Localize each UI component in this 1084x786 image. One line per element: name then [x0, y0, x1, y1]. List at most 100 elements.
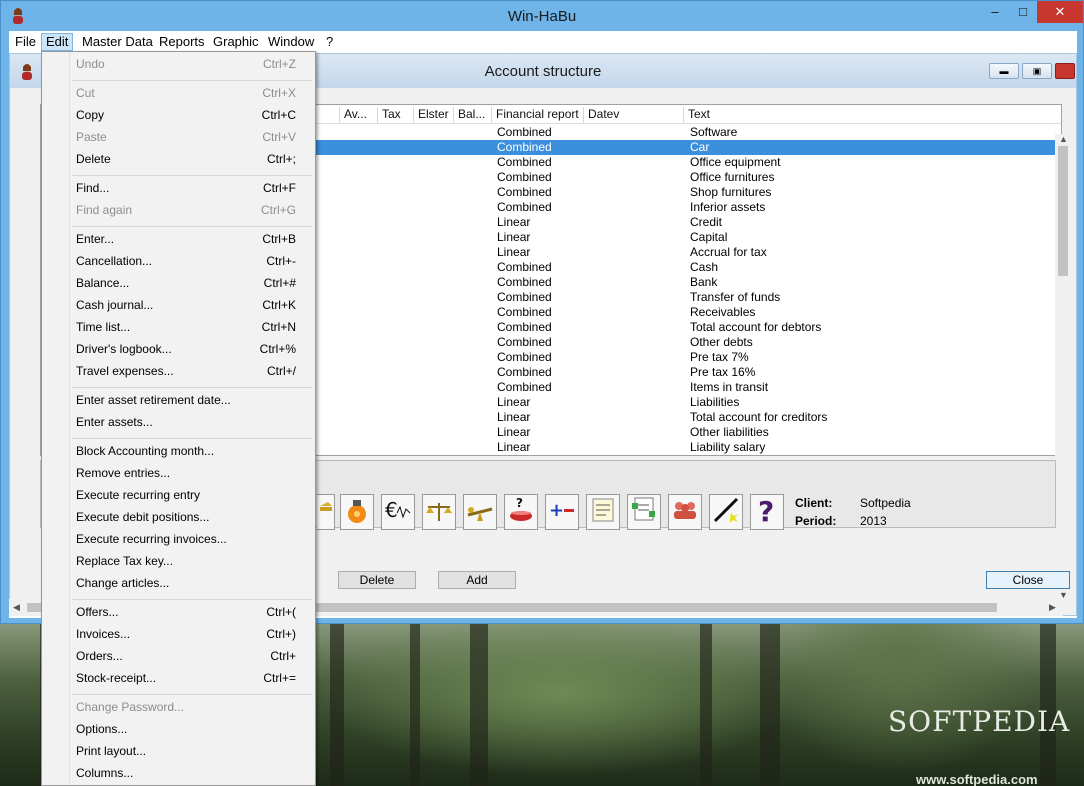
menu-item-label: Travel expenses...: [76, 364, 174, 378]
col-header-tax[interactable]: Tax: [377, 107, 413, 123]
menu-item-driver-s-logbook[interactable]: Driver's logbook... Ctrl+%: [76, 339, 316, 359]
child-close-icon[interactable]: [1055, 63, 1075, 79]
financial-report-cell: Linear: [497, 230, 531, 244]
financial-report-cell: Combined: [497, 350, 552, 364]
child-minimize-icon[interactable]: ▬: [989, 63, 1019, 79]
menu-file[interactable]: File: [11, 33, 40, 51]
menu-item-shortcut: Ctrl+G: [260, 203, 296, 217]
child-restore-icon[interactable]: ▣: [1022, 63, 1052, 79]
menu-master-data[interactable]: Master Data: [78, 33, 157, 51]
watermark-url: www.softpedia.com: [916, 772, 1038, 786]
delete-button[interactable]: Delete: [338, 571, 416, 589]
account-text-cell: Pre tax 16%: [690, 365, 756, 379]
cash-register-icon[interactable]: [317, 494, 335, 530]
close-icon[interactable]: ✕: [1037, 1, 1083, 23]
menu-item-label: Copy: [76, 108, 105, 122]
menu-separator: [72, 226, 312, 227]
account-text-cell: Office furnitures: [690, 170, 775, 184]
menu-item-stock-receipt[interactable]: Stock-receipt... Ctrl+=: [76, 668, 316, 688]
menu-help[interactable]: ?: [322, 33, 337, 51]
menu-item-print-layout[interactable]: Print layout...: [76, 741, 316, 761]
col-header-datev[interactable]: Datev: [583, 107, 683, 123]
menu-item-shortcut: Ctrl+X: [262, 86, 296, 100]
menu-item-find-again: Find again Ctrl+G: [76, 200, 316, 220]
menu-item-label: Invoices...: [76, 627, 131, 641]
menu-item-columns[interactable]: Columns...: [76, 763, 316, 783]
menu-item-cancellation[interactable]: Cancellation... Ctrl+-: [76, 251, 316, 271]
menu-item-execute-recurring-entry[interactable]: Execute recurring entry: [76, 485, 316, 505]
menu-reports[interactable]: Reports: [155, 33, 209, 51]
account-text-cell: Bank: [690, 275, 718, 289]
menu-item-replace-tax-key[interactable]: Replace Tax key...: [76, 551, 316, 571]
menu-item-cash-journal[interactable]: Cash journal... Ctrl+K: [76, 295, 316, 315]
financial-report-cell: Combined: [497, 380, 552, 394]
menu-graphic[interactable]: Graphic: [209, 33, 263, 51]
plus-minus-icon[interactable]: +: [545, 494, 579, 530]
col-header-text[interactable]: Text: [683, 107, 1053, 123]
financial-report-cell: Combined: [497, 305, 552, 319]
menu-item-label: Find again: [76, 203, 133, 217]
account-text-cell: Liabilities: [690, 395, 740, 409]
account-text-cell: Accrual for tax: [690, 245, 767, 259]
svg-text:€: €: [385, 498, 398, 522]
menu-item-execute-debit-positions[interactable]: Execute debit positions...: [76, 507, 316, 527]
client-value: Softpedia: [860, 496, 911, 510]
add-button[interactable]: Add: [438, 571, 516, 589]
menu-window[interactable]: Window: [264, 33, 318, 51]
euro-signal-icon[interactable]: €: [381, 494, 415, 530]
menu-item-enter-assets[interactable]: Enter assets...: [76, 412, 316, 432]
svg-text:?: ?: [516, 496, 523, 510]
client-label: Client:: [795, 496, 833, 510]
account-text-cell: Total account for debtors: [690, 320, 822, 334]
magic-wand-icon[interactable]: [709, 494, 743, 530]
menu-item-shortcut: Ctrl+F: [263, 181, 296, 195]
menu-item-block-accounting-month[interactable]: Block Accounting month...: [76, 441, 316, 461]
seesaw-icon[interactable]: [463, 494, 497, 530]
minimize-icon[interactable]: –: [981, 1, 1009, 23]
people-icon[interactable]: [668, 494, 702, 530]
menu-item-invoices[interactable]: Invoices... Ctrl+): [76, 624, 316, 644]
menu-item-travel-expenses[interactable]: Travel expenses... Ctrl+/: [76, 361, 316, 381]
close-button[interactable]: Close: [986, 571, 1070, 589]
maximize-icon[interactable]: □: [1009, 1, 1037, 23]
menu-item-balance[interactable]: Balance... Ctrl+#: [76, 273, 316, 293]
col-header-balance[interactable]: Bal...: [453, 107, 491, 123]
vertical-scrollbar[interactable]: ▲ ▼: [1055, 134, 1072, 604]
menu-separator: [72, 175, 312, 176]
menu-item-shortcut: Ctrl+=: [263, 671, 296, 685]
menu-item-execute-recurring-invoices[interactable]: Execute recurring invoices...: [76, 529, 316, 549]
scales-icon[interactable]: [422, 494, 456, 530]
col-header-financial-report[interactable]: Financial report: [491, 107, 583, 123]
coin-bag-icon[interactable]: [340, 494, 374, 530]
menu-item-label: Print layout...: [76, 744, 147, 758]
menu-item-copy[interactable]: Copy Ctrl+C: [76, 105, 316, 125]
help-icon[interactable]: ?: [750, 494, 784, 530]
menu-item-label: Change Password...: [76, 700, 185, 714]
menu-item-orders[interactable]: Orders... Ctrl+: [76, 646, 316, 666]
account-text-cell: Inferior assets: [690, 200, 766, 214]
document-stack-icon[interactable]: [627, 494, 661, 530]
menu-item-label: Undo: [76, 57, 105, 71]
menu-item-change-articles[interactable]: Change articles...: [76, 573, 316, 593]
menu-item-delete[interactable]: Delete Ctrl+;: [76, 149, 316, 169]
scroll-left-icon[interactable]: ◀: [13, 602, 20, 613]
question-pot-icon[interactable]: ?: [504, 494, 538, 530]
menu-item-offers[interactable]: Offers... Ctrl+(: [76, 602, 316, 622]
account-text-cell: Liability salary: [690, 440, 766, 454]
menu-item-enter[interactable]: Enter... Ctrl+B: [76, 229, 316, 249]
scroll-right-icon[interactable]: ▶: [1049, 602, 1056, 613]
menu-item-remove-entries[interactable]: Remove entries...: [76, 463, 316, 483]
vertical-scroll-thumb[interactable]: [1058, 146, 1068, 276]
menu-edit[interactable]: Edit: [41, 33, 74, 51]
title-bar[interactable]: Win-HaBu – □ ✕: [1, 1, 1083, 31]
scroll-up-icon[interactable]: ▲: [1059, 134, 1068, 144]
menu-item-options[interactable]: Options...: [76, 719, 316, 739]
col-header-av[interactable]: Av...: [339, 107, 377, 123]
menu-item-time-list[interactable]: Time list... Ctrl+N: [76, 317, 316, 337]
col-header-elster[interactable]: Elster: [413, 107, 453, 123]
form-icon[interactable]: [586, 494, 620, 530]
menu-separator: [72, 694, 312, 695]
menu-item-enter-asset-retirement-date[interactable]: Enter asset retirement date...: [76, 390, 316, 410]
menu-item-find[interactable]: Find... Ctrl+F: [76, 178, 316, 198]
watermark-logo: SOFTPEDIA: [888, 705, 1071, 738]
